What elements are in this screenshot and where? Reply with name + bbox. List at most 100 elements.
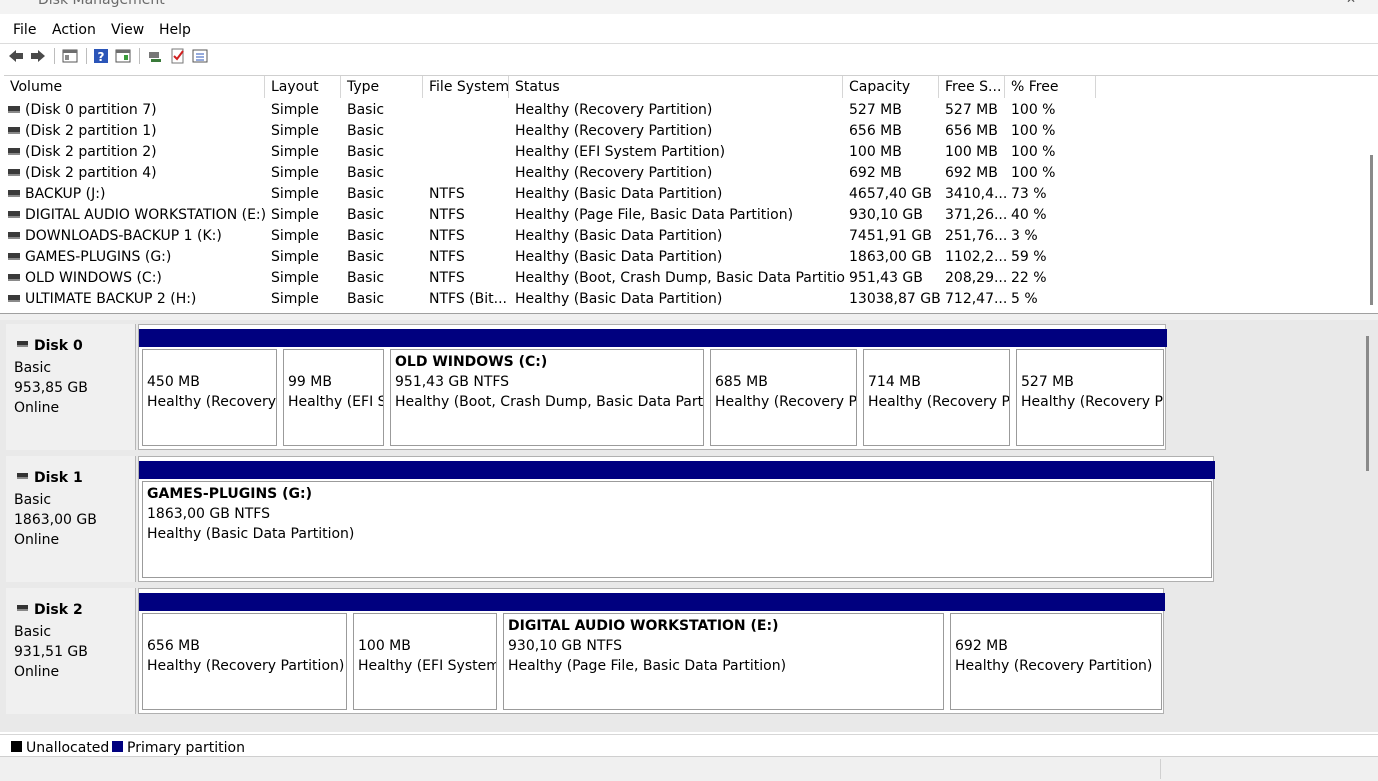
svg-text:?: ? bbox=[98, 50, 105, 64]
cell-layout: Simple bbox=[271, 291, 319, 307]
cell-status: Healthy (Recovery Partition) bbox=[515, 102, 713, 118]
volume-row[interactable]: (Disk 2 partition 1) Simple Basic Healthy (… bbox=[4, 121, 1360, 142]
partition-block[interactable]: 692 MB Healthy (Recovery Partition) bbox=[947, 589, 1165, 713]
volume-row[interactable]: GAMES-PLUGINS (G:) Simple Basic NTFS Healthy… bbox=[4, 247, 1360, 268]
cell-free-space: 3410,4... bbox=[945, 186, 1007, 202]
primary-partition-bar bbox=[860, 329, 1013, 347]
list-view-icon[interactable] bbox=[192, 48, 208, 64]
toolbar-separator bbox=[86, 48, 87, 64]
close-button[interactable]: ✕ bbox=[1346, 0, 1360, 6]
disk-info-panel[interactable]: Disk 1 Basic 1863,00 GB Online bbox=[6, 456, 136, 582]
cell-layout: Simple bbox=[271, 123, 319, 139]
minimize-button[interactable]: — bbox=[1286, 0, 1300, 6]
back-arrow-icon[interactable] bbox=[8, 48, 24, 64]
primary-partition-bar bbox=[947, 593, 1165, 611]
cell-status: Healthy (Basic Data Partition) bbox=[515, 186, 723, 202]
disk-view-scrollbar[interactable] bbox=[1362, 320, 1378, 732]
disk-status: Online bbox=[14, 532, 60, 548]
volume-icon bbox=[8, 295, 20, 302]
cell-type: Basic bbox=[347, 186, 385, 202]
volume-icon bbox=[8, 148, 20, 155]
volume-icon bbox=[8, 211, 20, 218]
disk-info-panel[interactable]: Disk 2 Basic 931,51 GB Online bbox=[6, 588, 136, 714]
menu-action[interactable]: Action bbox=[52, 22, 96, 38]
column-header-layout[interactable]: Layout bbox=[265, 76, 341, 98]
column-header-free-space[interactable]: Free S... bbox=[939, 76, 1005, 98]
cell-percent-free: 100 % bbox=[1011, 144, 1056, 160]
menu-bar: File Action View Help bbox=[0, 18, 1378, 42]
primary-partition-bar bbox=[139, 593, 350, 611]
cell-capacity: 951,43 GB bbox=[849, 270, 923, 286]
disk-name: Disk 0 bbox=[34, 338, 83, 354]
partition-block[interactable]: 656 MB Healthy (Recovery Partition) bbox=[139, 589, 350, 713]
partition-block[interactable]: 714 MB Healthy (Recovery Pa bbox=[860, 325, 1013, 449]
status-bar bbox=[0, 756, 1378, 781]
scrollbar-thumb[interactable] bbox=[1370, 155, 1373, 305]
volume-row[interactable]: DOWNLOADS-BACKUP 1 (K:) Simple Basic NTFS He… bbox=[4, 226, 1360, 247]
partition-strip: 656 MB Healthy (Recovery Partition) 100 MB… bbox=[138, 588, 1165, 714]
properties-icon[interactable] bbox=[115, 48, 131, 64]
cell-status: Healthy (Recovery Partition) bbox=[515, 165, 713, 181]
volume-icon bbox=[8, 127, 20, 134]
primary-partition-bar bbox=[1013, 329, 1167, 347]
partition-details: 692 MB Healthy (Recovery Partition) bbox=[950, 613, 1162, 710]
column-header-percent-free[interactable]: % Free bbox=[1005, 76, 1096, 98]
column-header-capacity[interactable]: Capacity bbox=[843, 76, 939, 98]
column-header-status[interactable]: Status bbox=[509, 76, 843, 98]
column-header-file-system[interactable]: File System bbox=[423, 76, 509, 98]
partition-block[interactable]: DIGITAL AUDIO WORKSTATION (E:) 930,10 GB … bbox=[500, 589, 947, 713]
partition-block[interactable]: 100 MB Healthy (EFI System bbox=[350, 589, 500, 713]
partition-block[interactable]: 527 MB Healthy (Recovery P bbox=[1013, 325, 1167, 449]
cell-capacity: 656 MB bbox=[849, 123, 902, 139]
help-icon[interactable]: ? bbox=[93, 48, 109, 64]
volume-list-scrollbar[interactable] bbox=[1366, 100, 1378, 310]
console-tree-icon[interactable] bbox=[62, 48, 78, 64]
cell-free-space: 100 MB bbox=[945, 144, 998, 160]
cell-status: Healthy (EFI System Partition) bbox=[515, 144, 726, 160]
cell-file-system bbox=[429, 121, 509, 142]
cell-free-space: 371,26... bbox=[945, 207, 1007, 223]
cell-capacity: 692 MB bbox=[849, 165, 902, 181]
cell-percent-free: 59 % bbox=[1011, 249, 1047, 265]
volume-row[interactable]: (Disk 2 partition 4) Simple Basic Healthy (… bbox=[4, 163, 1360, 184]
volume-row[interactable]: DIGITAL AUDIO WORKSTATION (E:) Simple Basi… bbox=[4, 205, 1360, 226]
volume-row[interactable]: (Disk 0 partition 7) Simple Basic Healthy (… bbox=[4, 100, 1360, 121]
partition-status: Healthy (Recovery P bbox=[147, 394, 277, 410]
cell-capacity: 7451,91 GB bbox=[849, 228, 932, 244]
check-icon[interactable] bbox=[170, 48, 186, 64]
cell-free-space: 692 MB bbox=[945, 165, 998, 181]
partition-details: 450 MB Healthy (Recovery P bbox=[142, 349, 277, 446]
partition-block[interactable]: GAMES-PLUGINS (G:) 1863,00 GB NTFS Healthy… bbox=[139, 457, 1215, 581]
menu-help[interactable]: Help bbox=[159, 22, 191, 38]
scrollbar-thumb[interactable] bbox=[1366, 336, 1369, 471]
volume-row[interactable]: (Disk 2 partition 2) Simple Basic Healthy (… bbox=[4, 142, 1360, 163]
partition-title: OLD WINDOWS (C:) bbox=[395, 354, 548, 370]
cell-layout: Simple bbox=[271, 249, 319, 265]
partition-block[interactable]: 685 MB Healthy (Recovery Pa bbox=[707, 325, 860, 449]
partition-size: 1863,00 GB NTFS bbox=[147, 506, 270, 522]
partition-block[interactable]: OLD WINDOWS (C:) 951,43 GB NTFS Healthy (B… bbox=[387, 325, 707, 449]
partition-title: DIGITAL AUDIO WORKSTATION (E:) bbox=[508, 618, 779, 634]
partition-details: 99 MB Healthy (EFI Sy bbox=[283, 349, 384, 446]
toolbar-separator bbox=[54, 48, 55, 64]
column-header-type[interactable]: Type bbox=[341, 76, 423, 98]
menu-file[interactable]: File bbox=[13, 22, 36, 38]
partition-block[interactable]: 450 MB Healthy (Recovery P bbox=[139, 325, 280, 449]
volume-row[interactable]: ULTIMATE BACKUP 2 (H:) Simple Basic NTFS (B… bbox=[4, 289, 1360, 310]
forward-arrow-icon[interactable] bbox=[30, 48, 46, 64]
cell-volume: (Disk 2 partition 4) bbox=[25, 165, 157, 181]
partition-status: Healthy (Recovery Partition) bbox=[147, 658, 345, 674]
volume-row[interactable]: BACKUP (J:) Simple Basic NTFS Healthy (Basic… bbox=[4, 184, 1360, 205]
primary-partition-bar bbox=[139, 461, 1215, 479]
cell-status: Healthy (Basic Data Partition) bbox=[515, 249, 723, 265]
disk-status: Online bbox=[14, 664, 60, 680]
disk-info-panel[interactable]: Disk 0 Basic 953,85 GB Online bbox=[6, 324, 136, 450]
volume-row[interactable]: OLD WINDOWS (C:) Simple Basic NTFS Healthy (… bbox=[4, 268, 1360, 289]
disk-row: Disk 0 Basic 953,85 GB Online 450 MB Healthy … bbox=[6, 324, 1167, 450]
cell-volume: (Disk 2 partition 1) bbox=[25, 123, 157, 139]
cell-volume: OLD WINDOWS (C:) bbox=[25, 270, 162, 286]
partition-block[interactable]: 99 MB Healthy (EFI Sy bbox=[280, 325, 387, 449]
connect-icon[interactable] bbox=[147, 48, 163, 64]
column-header-volume[interactable]: Volume bbox=[4, 76, 265, 98]
menu-view[interactable]: View bbox=[111, 22, 144, 38]
